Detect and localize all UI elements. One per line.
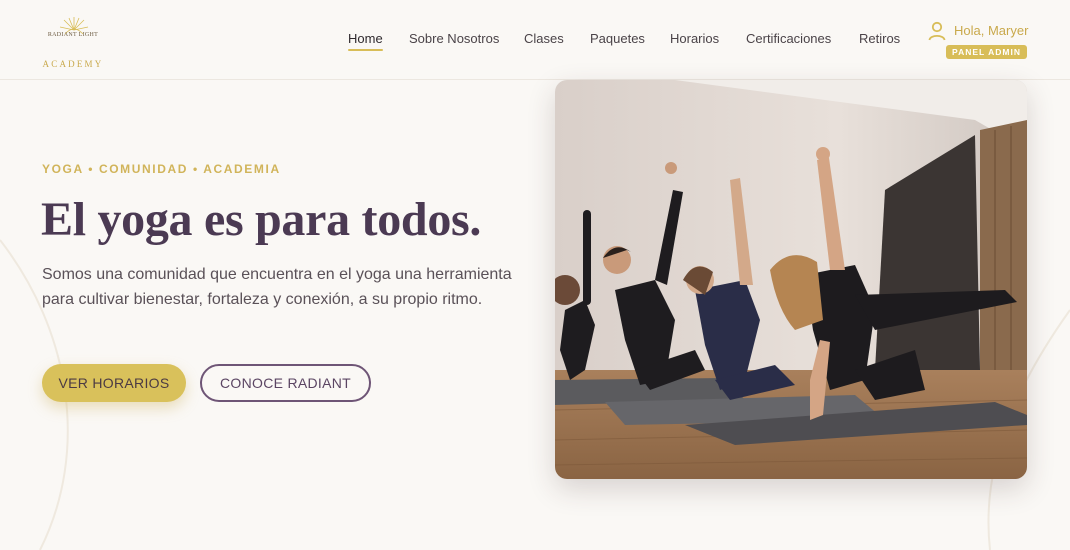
logo-subtitle: ACADEMY: [42, 59, 104, 69]
logo-brand-text: RADIANT LIGHT: [47, 32, 99, 38]
hero-eyebrow: YOGA • COMUNIDAD • ACADEMIA: [42, 162, 281, 176]
user-icon: [928, 21, 946, 41]
hero-headline: El yoga es para todos.: [41, 193, 482, 246]
hero-lead: Somos una comunidad que encuentra en el …: [42, 266, 512, 308]
hero-yoga-photo: [555, 80, 1027, 479]
brand-logo[interactable]: RADIANT LIGHT ACADEMY: [40, 16, 106, 72]
about-radiant-button[interactable]: CONOCE RADIANT: [200, 364, 371, 402]
sun-icon: [59, 17, 89, 35]
view-schedule-button[interactable]: VER HORARIOS: [42, 364, 186, 402]
nav-item-paquetes[interactable]: Paquetes: [590, 31, 645, 46]
nav-item-sobre-nosotros[interactable]: Sobre Nosotros: [409, 31, 499, 46]
user-greeting[interactable]: Hola, Maryer: [954, 23, 1028, 38]
nav-item-horarios[interactable]: Horarios: [670, 31, 719, 46]
nav-item-retiros[interactable]: Retiros: [859, 31, 900, 46]
site-header: RADIANT LIGHT ACADEMY Home Sobre Nosotro…: [0, 0, 1070, 80]
admin-panel-button[interactable]: PANEL ADMIN: [946, 45, 1027, 59]
nav-item-certificaciones[interactable]: Certificaciones: [746, 31, 831, 46]
user-menu[interactable]: Hola, Maryer PANEL ADMIN: [926, 20, 1030, 62]
nav-item-home[interactable]: Home: [348, 31, 383, 51]
nav-item-clases[interactable]: Clases: [524, 31, 564, 46]
yoga-class-illustration: [555, 80, 1027, 479]
